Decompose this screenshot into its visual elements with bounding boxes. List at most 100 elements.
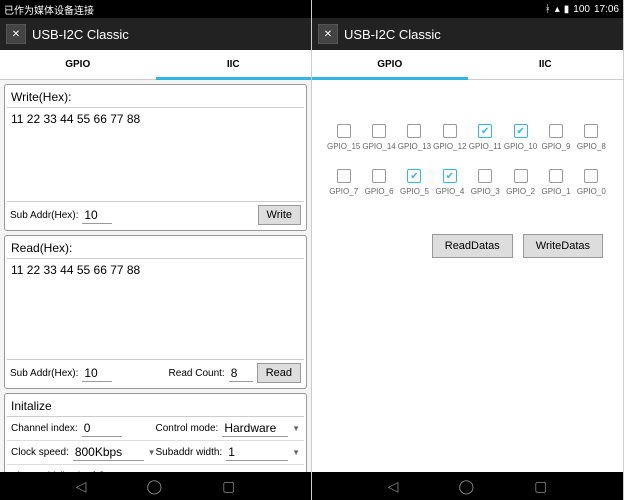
gpio-label: GPIO_3 bbox=[471, 187, 500, 196]
tab-iic[interactable]: IIC bbox=[468, 50, 624, 79]
control-label: Control mode: bbox=[156, 423, 219, 434]
clock: 17:06 bbox=[594, 4, 619, 15]
tab-iic[interactable]: IIC bbox=[156, 50, 312, 79]
gpio-label: GPIO_12 bbox=[433, 142, 466, 151]
channel-label: Channel index: bbox=[11, 423, 78, 434]
gpio-cell: GPIO_8 bbox=[574, 124, 609, 151]
app-title: USB-I2C Classic bbox=[344, 27, 441, 42]
read-output[interactable] bbox=[7, 259, 304, 354]
gpio-cell: GPIO_1 bbox=[538, 169, 573, 196]
device-left: 已作为媒体设备连接 ✕ USB-I2C Classic GPIO IIC Wri… bbox=[0, 0, 312, 500]
gpio-checkbox[interactable]: ✔ bbox=[407, 169, 421, 183]
write-panel: Write(Hex): Sub Addr(Hex): Write bbox=[4, 84, 307, 231]
channel-input[interactable] bbox=[82, 420, 122, 437]
write-header: Write(Hex): bbox=[7, 87, 304, 108]
clock-label: Clock speed: bbox=[11, 447, 69, 458]
read-subaddr-label: Sub Addr(Hex): bbox=[10, 368, 78, 379]
gpio-cell: ✔GPIO_4 bbox=[432, 169, 467, 196]
read-datas-button[interactable]: ReadDatas bbox=[432, 234, 513, 258]
content-iic: Write(Hex): Sub Addr(Hex): Write Read(He… bbox=[0, 80, 311, 472]
write-input[interactable] bbox=[7, 108, 304, 196]
content-gpio: GPIO_15GPIO_14GPIO_13GPIO_12✔GPIO_11✔GPI… bbox=[312, 80, 623, 472]
read-button[interactable]: Read bbox=[257, 363, 301, 383]
actionbar: ✕ USB-I2C Classic bbox=[0, 18, 311, 50]
recent-icon[interactable]: ▢ bbox=[534, 478, 547, 495]
gpio-label: GPIO_8 bbox=[577, 142, 606, 151]
battery-level: 100 bbox=[573, 4, 590, 15]
gpio-label: GPIO_15 bbox=[327, 142, 360, 151]
recent-icon[interactable]: ▢ bbox=[222, 478, 235, 495]
gpio-checkbox[interactable] bbox=[337, 124, 351, 138]
navbar: ◁ ◯ ▢ bbox=[312, 472, 623, 500]
gpio-cell: ✔ GPIO_5 bbox=[397, 169, 432, 196]
init-header: Initalize bbox=[7, 396, 304, 417]
control-select[interactable]: Hardware bbox=[222, 420, 288, 437]
gpio-label: GPIO_6 bbox=[365, 187, 394, 196]
gpio-checkbox[interactable] bbox=[407, 124, 421, 138]
gpio-label: GPIO_5 bbox=[400, 187, 429, 196]
gpio-checkbox[interactable]: ✔ bbox=[443, 169, 457, 183]
chevron-down-icon: ▼ bbox=[148, 448, 156, 457]
gpio-checkbox[interactable] bbox=[514, 169, 528, 183]
wifi-icon: ▴ bbox=[555, 4, 560, 15]
gpio-checkbox[interactable] bbox=[372, 169, 386, 183]
battery-icon: ▮ bbox=[564, 4, 570, 15]
gpio-cell: GPIO_2 bbox=[503, 169, 538, 196]
statusbar-right: ᚼ ▴ ▮ 100 17:06 bbox=[312, 0, 623, 18]
gpio-cell: ✔ GPIO_10 bbox=[503, 124, 538, 151]
gpio-label: GPIO_10 bbox=[504, 142, 537, 151]
back-icon[interactable]: ◁ bbox=[388, 478, 399, 495]
device-right: ᚼ ▴ ▮ 100 17:06 ✕ USB-I2C Classic GPIO I… bbox=[312, 0, 624, 500]
gpio-checkbox[interactable] bbox=[478, 169, 492, 183]
home-icon[interactable]: ◯ bbox=[146, 478, 162, 495]
write-subaddr-label: Sub Addr(Hex): bbox=[10, 210, 78, 221]
gpio-checkbox[interactable] bbox=[337, 169, 351, 183]
gpio-checkbox[interactable] bbox=[549, 169, 563, 183]
gpio-cell: GPIO_9 bbox=[538, 124, 573, 151]
clock-select[interactable]: 800Kbps bbox=[73, 444, 144, 461]
gpio-cell: GPIO_7 bbox=[326, 169, 361, 196]
gpio-cell: GPIO_14 bbox=[361, 124, 396, 151]
gpio-label: GPIO_9 bbox=[541, 142, 570, 151]
tabs: GPIO IIC bbox=[312, 50, 623, 80]
gpio-label: GPIO_1 bbox=[541, 187, 570, 196]
gpio-checkbox[interactable] bbox=[584, 124, 598, 138]
gpio-cell: GPIO_6 bbox=[361, 169, 396, 196]
write-button[interactable]: Write bbox=[258, 205, 301, 225]
gpio-checkbox[interactable]: ✔ bbox=[478, 124, 492, 138]
gpio-checkbox[interactable] bbox=[443, 124, 457, 138]
app-icon: ✕ bbox=[6, 24, 26, 44]
subw-label: Subaddr width: bbox=[156, 447, 223, 458]
gpio-label: GPIO_14 bbox=[362, 142, 395, 151]
write-subaddr-input[interactable] bbox=[82, 207, 112, 224]
gpio-row: GPIO_15GPIO_14GPIO_13GPIO_12 ✔ GPIO_11 ✔ GPI… bbox=[326, 124, 609, 151]
read-panel: Read(Hex): Sub Addr(Hex): Read Count: Re… bbox=[4, 235, 307, 389]
app-icon: ✕ bbox=[318, 24, 338, 44]
navbar: ◁ ◯ ▢ bbox=[0, 472, 311, 500]
gpio-label: GPIO_7 bbox=[329, 187, 358, 196]
gpio-checkbox[interactable] bbox=[584, 169, 598, 183]
back-icon[interactable]: ◁ bbox=[76, 478, 87, 495]
home-icon[interactable]: ◯ bbox=[458, 478, 474, 495]
tab-gpio[interactable]: GPIO bbox=[0, 50, 156, 79]
tab-gpio[interactable]: GPIO bbox=[312, 50, 468, 79]
gpio-checkbox[interactable] bbox=[549, 124, 563, 138]
read-subaddr-input[interactable] bbox=[82, 365, 112, 382]
status-text: 已作为媒体设备连接 bbox=[4, 2, 307, 17]
bluetooth-icon: ᚼ bbox=[545, 4, 551, 15]
gpio-label: GPIO_13 bbox=[398, 142, 431, 151]
app-title: USB-I2C Classic bbox=[32, 27, 129, 42]
gpio-checkbox[interactable] bbox=[372, 124, 386, 138]
gpio-cell: GPIO_15 bbox=[326, 124, 361, 151]
gpio-checkbox[interactable]: ✔ bbox=[514, 124, 528, 138]
read-header: Read(Hex): bbox=[7, 238, 304, 259]
init-panel: Initalize Channel index: Control mode: H… bbox=[4, 393, 307, 472]
chevron-down-icon: ▼ bbox=[292, 424, 300, 433]
gpio-row: GPIO_7 GPIO_6 ✔ GPIO_5✔GPIO_4 GPIO_3GPIO_2GP… bbox=[326, 169, 609, 196]
read-count-label: Read Count: bbox=[169, 368, 225, 379]
subw-select[interactable]: 1 bbox=[226, 444, 288, 461]
gpio-label: GPIO_11 bbox=[469, 142, 502, 151]
statusbar-left: 已作为媒体设备连接 bbox=[0, 0, 311, 18]
write-datas-button[interactable]: WriteDatas bbox=[523, 234, 603, 258]
read-count-input[interactable] bbox=[229, 365, 253, 382]
